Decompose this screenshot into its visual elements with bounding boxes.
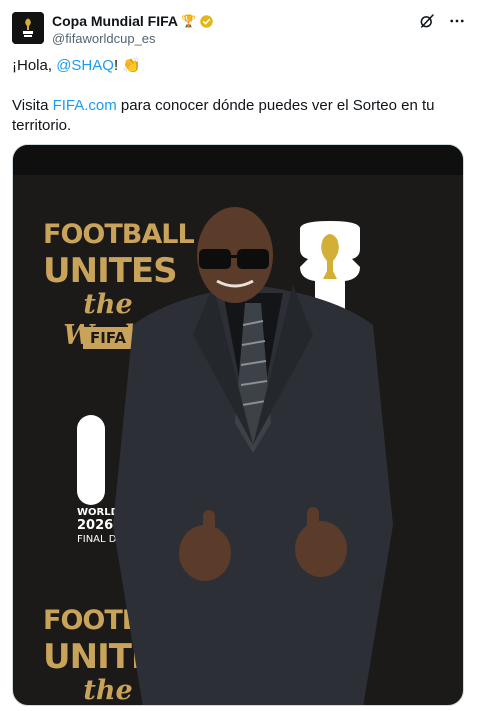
trophy-emoji: 🏆 (181, 14, 196, 28)
avatar[interactable] (12, 12, 44, 44)
info-line: Visita FIFA.com para conocer dónde puede… (12, 96, 464, 136)
person-in-suit-figure (113, 207, 393, 705)
more-button[interactable] (448, 12, 466, 30)
photo-top-strip (13, 145, 463, 175)
info-prefix: Visita (12, 97, 53, 114)
fifa-link[interactable]: FIFA.com (53, 97, 117, 114)
tweet-photo[interactable]: FOOTBALL UNITES the World FIFA WORLD 202… (12, 144, 464, 706)
verified-badge-icon (200, 14, 213, 28)
greeting-line: ¡Hola, @SHAQ! 👏 (12, 56, 464, 76)
handle[interactable]: @fifaworldcup_es (52, 31, 214, 46)
greeting-text: ¡Hola, (12, 57, 57, 74)
more-dots-icon (450, 19, 464, 23)
fifa-logo-icon (12, 12, 44, 44)
display-name[interactable]: Copa Mundial FIFA (52, 13, 178, 29)
grok-icon (420, 14, 434, 28)
grok-button[interactable] (418, 12, 436, 30)
tweet-text: ¡Hola, @SHAQ! 👏 Visita FIFA.com para con… (12, 56, 464, 156)
mention-link[interactable]: @SHAQ (56, 57, 114, 74)
clapping-hands-emoji: 👏 (122, 57, 141, 74)
tweet-card: Copa Mundial FIFA 🏆 @fifaworldcup_es ¡Ho… (0, 0, 478, 711)
